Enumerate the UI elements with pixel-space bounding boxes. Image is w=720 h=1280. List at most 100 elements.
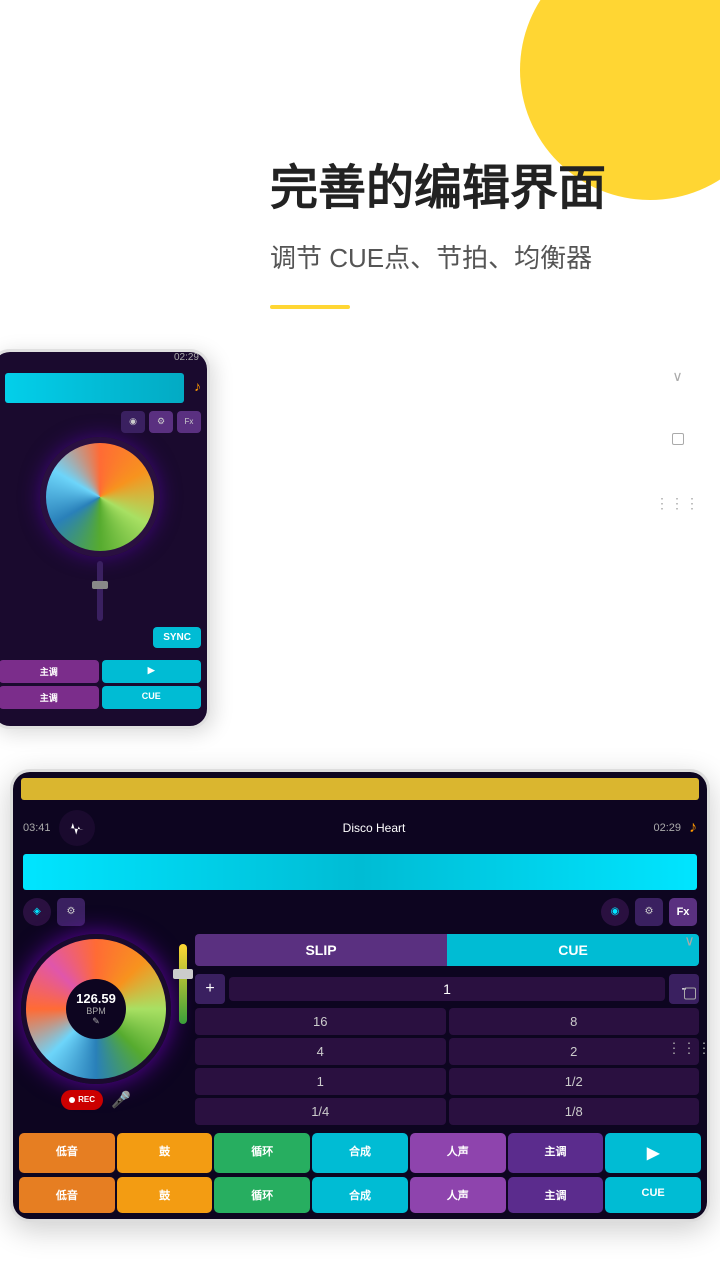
screen1-waveform (5, 373, 184, 403)
screen2-fader-col (179, 934, 187, 1024)
device-mockup-section-1: 02:29 ♪ ◉ ⚙ Fx (0, 349, 720, 769)
pad-loop-2[interactable]: 循环 (214, 1177, 310, 1213)
dj-screen-2: 03:41 Disco Heart 02:29 ♪ ◈ ⚙ (13, 772, 707, 1219)
yellow-divider (270, 305, 350, 309)
pad-vocal-1[interactable]: 人声 (410, 1133, 506, 1173)
resize-handle-icon (672, 433, 684, 445)
pad-loop-1[interactable]: 循环 (214, 1133, 310, 1173)
screen1-controls-row: ◉ ⚙ Fx (0, 411, 207, 433)
screen2-pads-row2: 低音 鼓 循环 合成 人声 主调 CUE (13, 1177, 707, 1219)
dj-screen-1: 02:29 ♪ ◉ ⚙ Fx (0, 352, 207, 726)
device2-dropdown-icon[interactable]: ∨ (684, 934, 694, 948)
screen2-circle-icon[interactable]: ◉ (601, 898, 629, 926)
device2-side-controls: ∨ ⋮⋮⋮ (667, 934, 712, 1057)
screen2-turntable-inner: 126.59 BPM ✎ (66, 979, 126, 1039)
pad-cue[interactable]: CUE (605, 1177, 701, 1213)
screen2-fader-knob (173, 969, 193, 979)
ctrl-fx-btn[interactable]: Fx (177, 411, 201, 433)
screen2-fader-track[interactable] (179, 944, 187, 1024)
screen2-fx-btn[interactable]: Fx (669, 898, 697, 926)
screen1-music-note: ♪ (194, 378, 201, 394)
beat-cell-16[interactable]: 16 (195, 1008, 446, 1035)
rec-button[interactable]: REC (61, 1090, 103, 1110)
screen2-song-name: Disco Heart (103, 821, 646, 835)
screen2-time-right: 02:29 (653, 822, 681, 834)
screen2-time-left: 03:41 (23, 822, 51, 834)
screen2-waveform (23, 854, 697, 890)
ctrl-circle-btn[interactable]: ◉ (121, 411, 145, 433)
beat-grid: 16 8 4 2 1 1/2 1/4 1/8 (195, 1008, 699, 1125)
rec-dot (69, 1097, 75, 1103)
beat-cell-quarter[interactable]: 1/4 (195, 1098, 446, 1125)
screen2-heartbeat-icon (59, 810, 95, 846)
bpm-label: BPM (86, 1006, 106, 1016)
beat-cell-half[interactable]: 1/2 (449, 1068, 700, 1095)
pad-zhudiao-2[interactable]: 主调 (508, 1177, 604, 1213)
screen2-pads-row1: 低音 鼓 循环 合成 人声 主调 ▶ (13, 1129, 707, 1177)
slip-cue-header: SLIP CUE (195, 934, 699, 966)
pad-drum-1[interactable]: 鼓 (117, 1133, 213, 1173)
screen2-left: 126.59 BPM ✎ REC 🎤 (21, 934, 171, 1110)
screen2-main: 126.59 BPM ✎ REC 🎤 (13, 930, 707, 1129)
screen1-time: 02:29 (0, 352, 207, 363)
device2-resize-icon (684, 988, 696, 1000)
pad-zhudiao-1[interactable]: 主调 (508, 1133, 604, 1173)
screen1-turntable (40, 437, 160, 557)
heartbeat-svg (67, 818, 87, 838)
screen1-bottom-buttons-2: 主调 CUE (0, 686, 207, 709)
pad-synth-2[interactable]: 合成 (312, 1177, 408, 1213)
screen1-fader-area (0, 561, 207, 621)
screen1-buttons: SYNC (0, 625, 207, 658)
device-mockup-section-2: 03:41 Disco Heart 02:29 ♪ ◈ ⚙ (0, 769, 720, 1222)
page-content: 完善的编辑界面 调节 CUE点、节拍、均衡器 02:29 ♪ ◉ ⚙ Fx (0, 0, 720, 1222)
screen1-fader-handle (92, 581, 108, 589)
beat-cell-4[interactable]: 4 (195, 1038, 446, 1065)
screen2-icons-row: REC 🎤 (21, 1090, 171, 1110)
bottom-btn-play[interactable]: ▶ (102, 660, 202, 683)
dropdown-arrow-icon[interactable]: ∨ (672, 369, 682, 383)
rec-label: REC (78, 1095, 95, 1104)
beat-cell-eighth[interactable]: 1/8 (449, 1098, 700, 1125)
pad-bass-2[interactable]: 低音 (19, 1177, 115, 1213)
screen2-turntable: 126.59 BPM ✎ (21, 934, 171, 1084)
sub-title: 调节 CUE点、节拍、均衡器 (270, 238, 720, 275)
beat-value-display: 1 (229, 977, 665, 1001)
device-2: 03:41 Disco Heart 02:29 ♪ ◈ ⚙ (10, 769, 710, 1222)
beat-plus-button[interactable]: + (195, 974, 225, 1004)
beat-controls: + 1 - (195, 974, 699, 1004)
screen2-music-note: ♪ (689, 819, 697, 837)
spacer (91, 898, 595, 926)
screen2-top-waveform (21, 778, 699, 800)
pad-play[interactable]: ▶ (605, 1133, 701, 1173)
cue-header-button[interactable]: CUE (447, 934, 699, 966)
device2-drag-icon: ⋮⋮⋮ (667, 1040, 712, 1057)
screen2-sliders-icon[interactable]: ⚙ (635, 898, 663, 926)
edit-icon: ✎ (92, 1016, 100, 1027)
screen1-bottom-buttons: 主调 ▶ (0, 660, 207, 683)
drag-handle-icon: ⋮⋮⋮ (655, 495, 700, 512)
screen1-fader-track[interactable] (97, 561, 103, 621)
main-title: 完善的编辑界面 (270, 160, 720, 218)
beat-cell-2[interactable]: 2 (449, 1038, 700, 1065)
bpm-value: 126.59 (76, 991, 116, 1006)
bottom-btn-zhudiao-1[interactable]: 主调 (0, 660, 99, 683)
side-controls: ∨ ⋮⋮⋮ (655, 369, 700, 512)
screen2-settings-icon[interactable]: ⚙ (57, 898, 85, 926)
pad-synth-1[interactable]: 合成 (312, 1133, 408, 1173)
bottom-btn-cue[interactable]: CUE (102, 686, 202, 709)
sync-button[interactable]: SYNC (153, 627, 201, 648)
screen2-right: SLIP CUE + 1 - 16 8 4 (195, 934, 699, 1125)
pad-bass-1[interactable]: 低音 (19, 1133, 115, 1173)
text-section: 完善的编辑界面 调节 CUE点、节拍、均衡器 (0, 0, 720, 349)
pad-vocal-2[interactable]: 人声 (410, 1177, 506, 1213)
bottom-btn-zhudiao-2[interactable]: 主调 (0, 686, 99, 709)
screen2-diamond-icon[interactable]: ◈ (23, 898, 51, 926)
mic-icon[interactable]: 🎤 (111, 1090, 131, 1110)
device-1: 02:29 ♪ ◉ ⚙ Fx (0, 349, 210, 729)
screen2-header: 03:41 Disco Heart 02:29 ♪ (13, 802, 707, 854)
beat-cell-1[interactable]: 1 (195, 1068, 446, 1095)
beat-cell-8[interactable]: 8 (449, 1008, 700, 1035)
slip-button[interactable]: SLIP (195, 934, 447, 966)
ctrl-sliders-btn[interactable]: ⚙ (149, 411, 173, 433)
pad-drum-2[interactable]: 鼓 (117, 1177, 213, 1213)
